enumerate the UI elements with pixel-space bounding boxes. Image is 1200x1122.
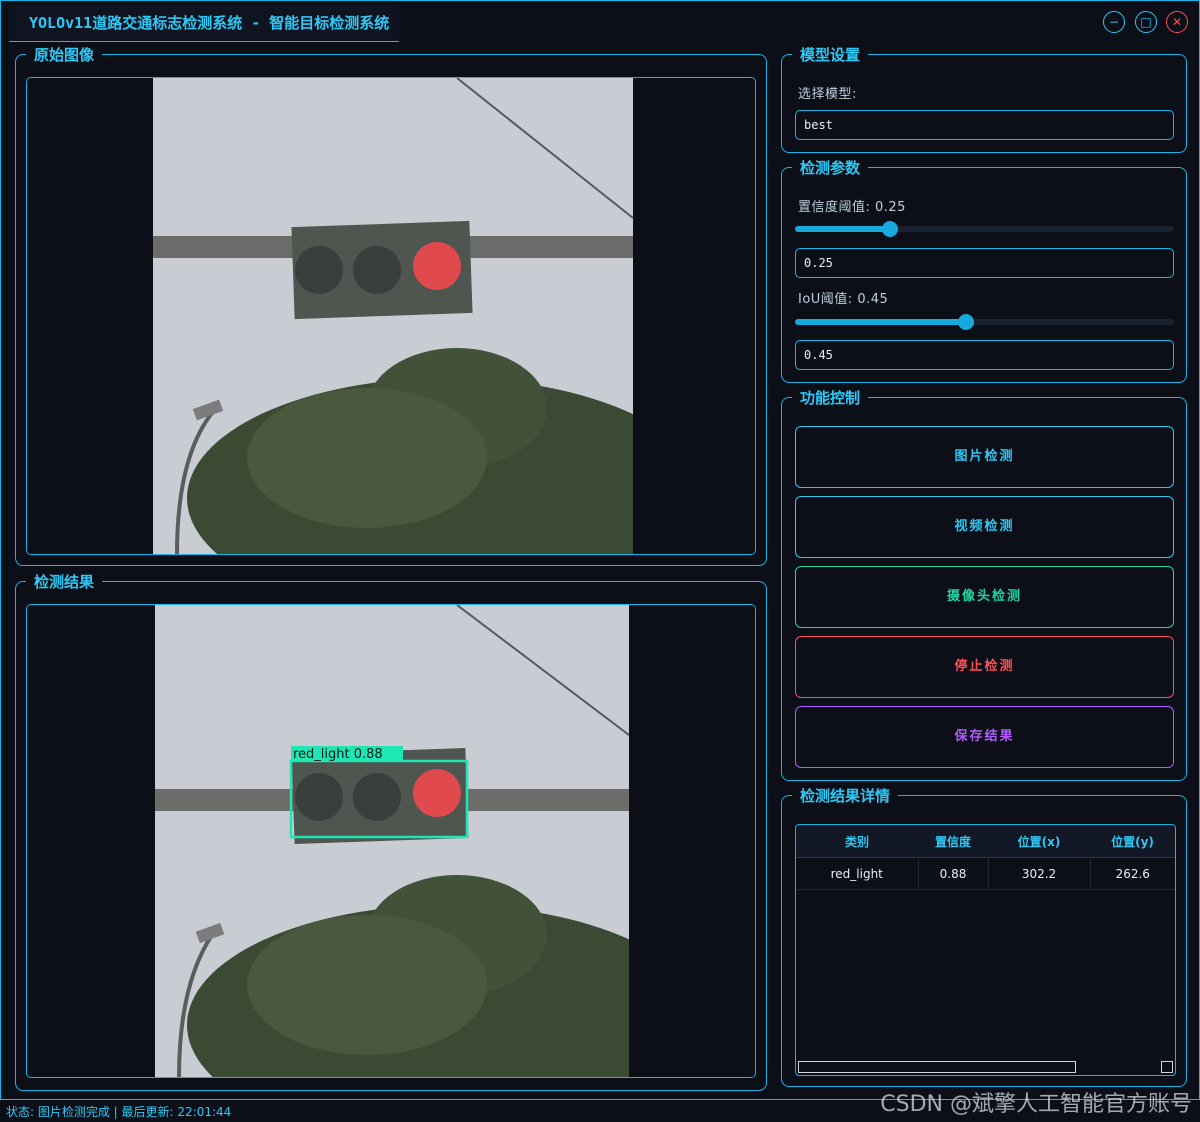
result-image: red_light 0.88 [27, 605, 755, 1077]
cell-confidence: 0.88 [918, 857, 989, 890]
detection-params-title: 检测参数 [792, 158, 869, 178]
column-header-x[interactable]: 位置(x) [988, 825, 1090, 858]
cell-class: red_light [796, 857, 919, 890]
iou-input[interactable]: 0.45 [795, 340, 1174, 370]
watermark: CSDN @斌擎人工智能官方账号 [880, 1092, 1192, 1117]
camera-detect-button[interactable]: 摄像头检测 [795, 566, 1174, 628]
scrollbar-thumb[interactable] [798, 1061, 1076, 1073]
minimize-icon[interactable]: − [1103, 11, 1125, 33]
detection-result-panel: 检测结果 red_light 0.88 [15, 572, 767, 1091]
model-select[interactable]: best [795, 110, 1174, 140]
status-bar: 状态: 图片检测完成 | 最后更新: 22:01:44 [6, 1105, 232, 1119]
detection-result-title: 检测结果 [26, 572, 103, 592]
main-window: YOLOv11道路交通标志检测系统 - 智能目标检测系统 − □ ✕ 原始图像 [0, 0, 1200, 1100]
column-header-class[interactable]: 类别 [796, 825, 918, 858]
model-settings-panel: 模型设置 选择模型: best [781, 45, 1187, 153]
select-model-label: 选择模型: [798, 87, 857, 102]
confidence-label: 置信度阈值: 0.25 [798, 200, 906, 215]
confidence-slider-handle[interactable] [881, 221, 898, 237]
table-row[interactable]: red_light 0.88 302.2 262.6 [796, 857, 1175, 890]
original-image [27, 78, 755, 554]
iou-slider-fill [795, 319, 966, 325]
results-table-container: 类别 置信度 位置(x) 位置(y) red_light 0.88 302.2 … [795, 824, 1176, 1076]
stop-detect-button[interactable]: 停止检测 [795, 636, 1174, 698]
iou-slider[interactable] [795, 314, 1174, 330]
model-settings-title: 模型设置 [792, 45, 869, 65]
video-detect-button[interactable]: 视频检测 [795, 496, 1174, 558]
horizontal-scrollbar[interactable] [796, 1061, 1162, 1073]
cell-y: 262.6 [1090, 857, 1175, 890]
detection-label: red_light 0.88 [293, 747, 383, 762]
detection-params-panel: 检测参数 置信度阈值: 0.25 0.25 IoU阈值: 0.45 0.45 [781, 158, 1187, 383]
confidence-input[interactable]: 0.25 [795, 248, 1174, 278]
iou-label: IoU阈值: 0.45 [798, 292, 889, 307]
confidence-slider[interactable] [795, 221, 1174, 237]
column-header-confidence[interactable]: 置信度 [918, 825, 988, 858]
result-image-frame: red_light 0.88 [26, 604, 756, 1078]
original-image-frame [26, 77, 756, 555]
scroll-corner [1161, 1061, 1173, 1073]
cell-x: 302.2 [988, 857, 1091, 890]
window-title: YOLOv11道路交通标志检测系统 - 智能目标检测系统 [9, 5, 400, 42]
column-header-y[interactable]: 位置(y) [1090, 825, 1175, 858]
image-detect-button[interactable]: 图片检测 [795, 426, 1174, 488]
results-table: 类别 置信度 位置(x) 位置(y) red_light 0.88 302.2 … [796, 825, 1175, 890]
original-image-panel: 原始图像 [15, 45, 767, 566]
original-image-title: 原始图像 [26, 45, 103, 65]
results-details-panel: 检测结果详情 类别 置信度 位置(x) 位置(y) red_light 0.88… [781, 786, 1187, 1087]
iou-slider-handle[interactable] [957, 314, 974, 330]
confidence-slider-fill [795, 226, 890, 232]
maximize-icon[interactable]: □ [1135, 11, 1157, 33]
results-details-title: 检测结果详情 [792, 786, 899, 806]
save-results-button[interactable]: 保存结果 [795, 706, 1174, 768]
title-bar: YOLOv11道路交通标志检测系统 - 智能目标检测系统 − □ ✕ [1, 1, 1199, 43]
function-control-panel: 功能控制 图片检测 视频检测 摄像头检测 停止检测 保存结果 [781, 388, 1187, 781]
close-icon[interactable]: ✕ [1166, 11, 1188, 33]
function-control-title: 功能控制 [792, 388, 869, 408]
